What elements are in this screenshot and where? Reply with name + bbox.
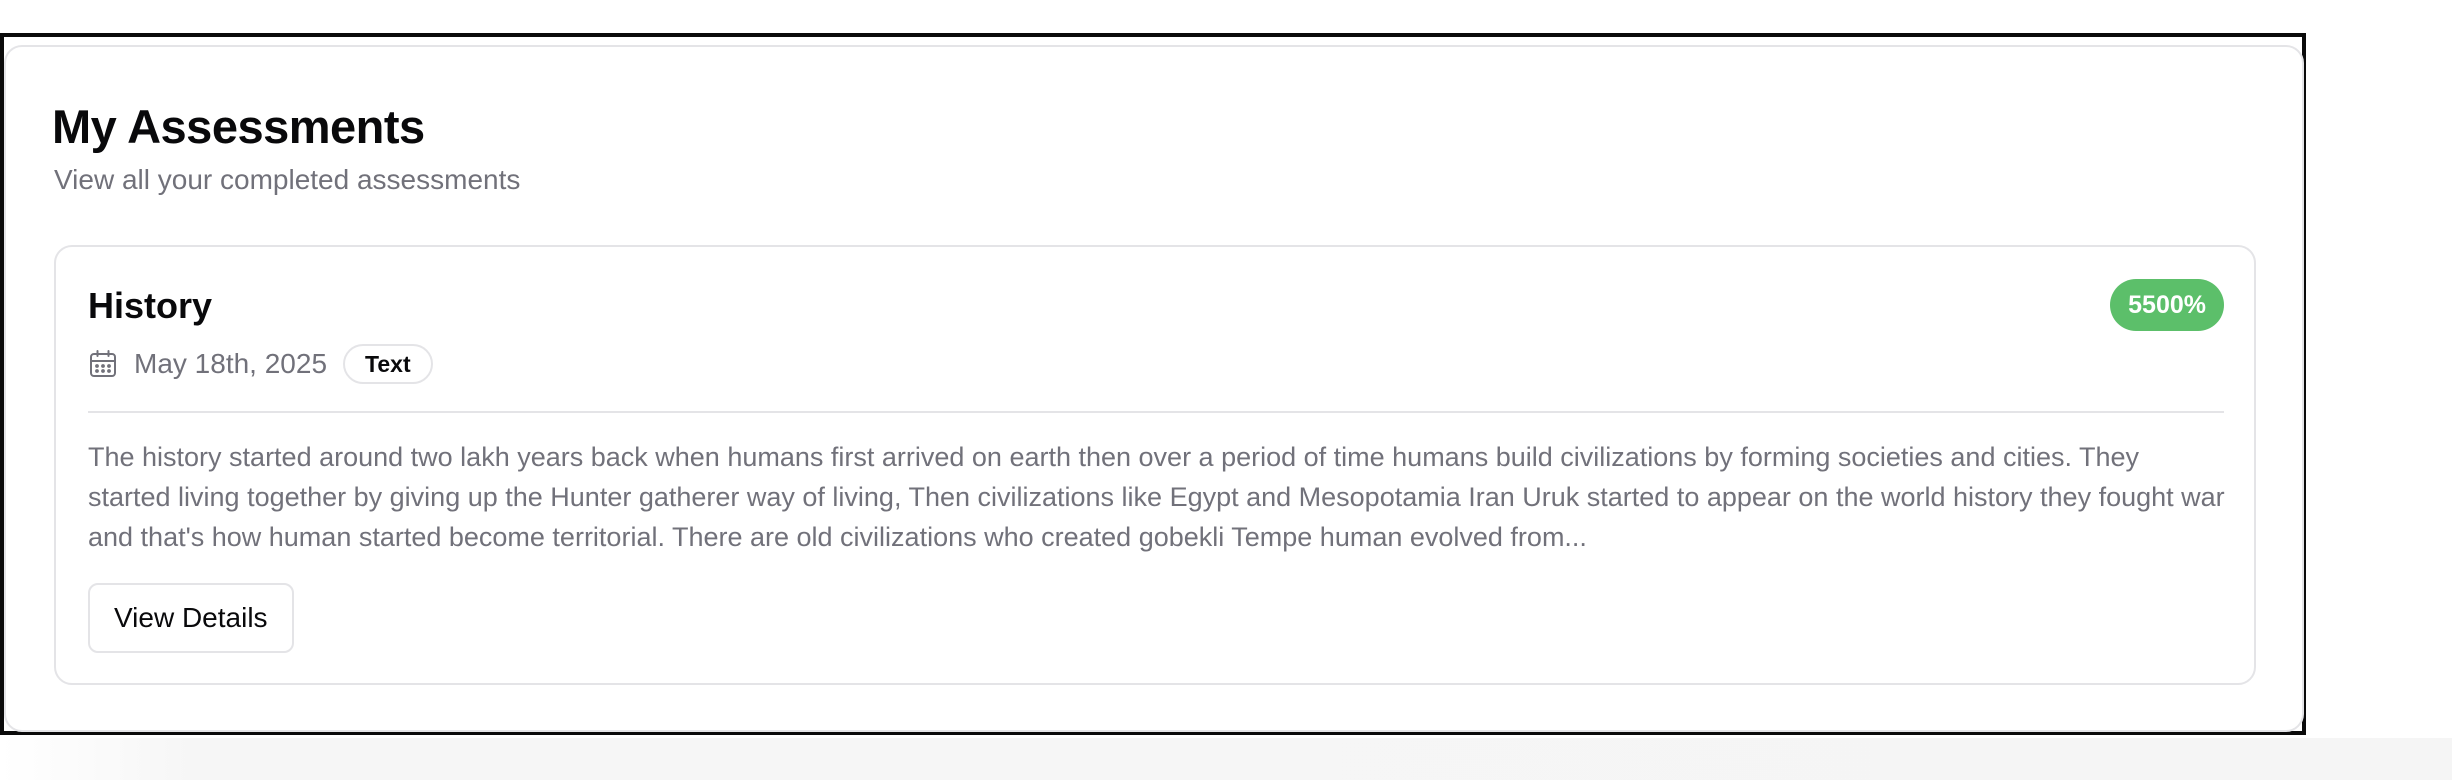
page-title: My Assessments <box>52 100 425 153</box>
assessment-date: May 18th, 2025 <box>134 348 328 379</box>
content-frame: My Assessments View all your completed a… <box>0 33 2306 735</box>
divider <box>88 411 2224 413</box>
answer-excerpt: The history started around two lakh year… <box>88 442 2225 552</box>
page-subtitle: View all your completed assessments <box>54 164 521 195</box>
type-badge: Text <box>343 344 433 384</box>
view-details-button[interactable]: View Details <box>88 583 294 653</box>
assessments-panel: My Assessments View all your completed a… <box>4 45 2304 732</box>
score-badge: 5500% <box>2110 279 2224 331</box>
assessment-card: History 5500% May 18th, 2025 Text The hi… <box>54 245 2256 685</box>
assessment-title: History <box>88 285 213 326</box>
bottom-shade <box>0 738 2452 780</box>
calendar-icon <box>88 349 118 379</box>
assessment-meta: May 18th, 2025 Text <box>88 343 433 385</box>
